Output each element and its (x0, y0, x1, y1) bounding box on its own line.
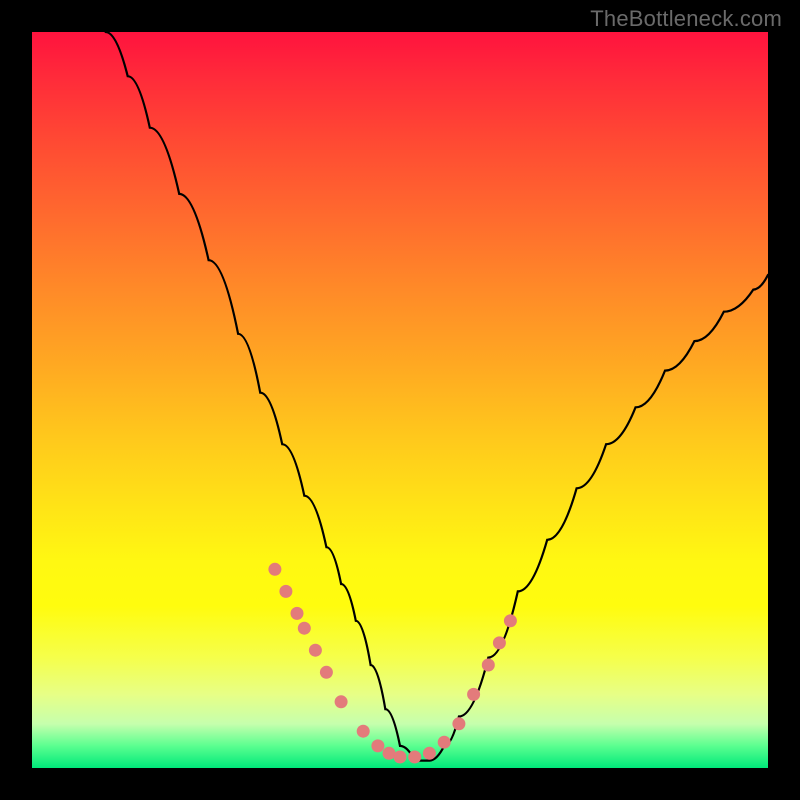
sample-point (268, 563, 281, 576)
sample-point (438, 736, 451, 749)
curve-svg (32, 32, 768, 768)
plot-area (32, 32, 768, 768)
sample-point (371, 739, 384, 752)
sample-point (298, 622, 311, 635)
sample-point (394, 751, 407, 764)
sample-point (357, 725, 370, 738)
sample-point (335, 695, 348, 708)
chart-canvas: TheBottleneck.com (0, 0, 800, 800)
sample-point (504, 614, 517, 627)
sample-points-group (268, 563, 517, 764)
sample-point (279, 585, 292, 598)
sample-point (452, 717, 465, 730)
sample-point (408, 751, 421, 764)
sample-point (482, 659, 495, 672)
sample-point (309, 644, 322, 657)
sample-point (291, 607, 304, 620)
sample-point (467, 688, 480, 701)
bottleneck-curve (106, 32, 768, 761)
sample-point (493, 636, 506, 649)
sample-point (423, 747, 436, 760)
sample-point (320, 666, 333, 679)
watermark-text: TheBottleneck.com (590, 6, 782, 32)
sample-point (383, 747, 396, 760)
